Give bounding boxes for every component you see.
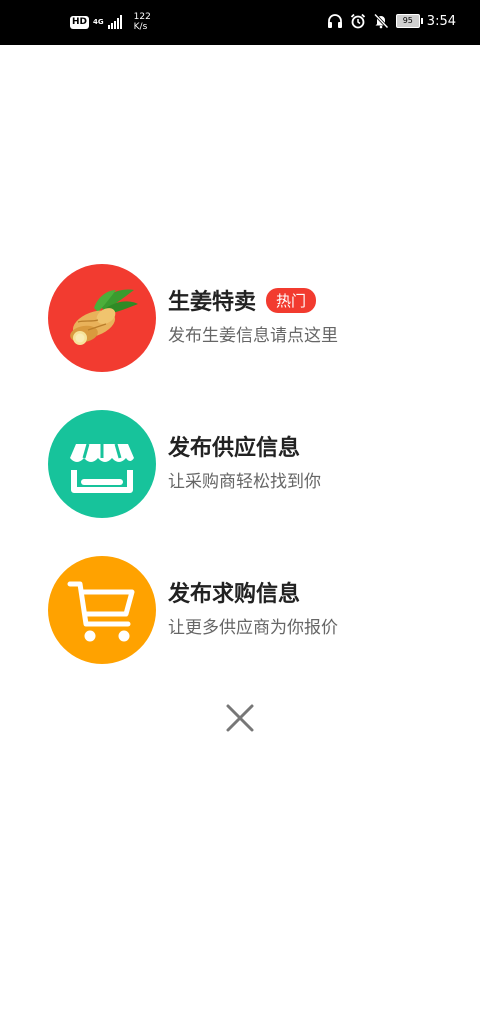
battery-icon: 95 xyxy=(395,14,423,28)
notifications-off-icon xyxy=(373,13,389,29)
alarm-icon xyxy=(350,13,365,29)
close-button[interactable] xyxy=(224,702,256,734)
menu-item-publish-supply[interactable]: 发布供应信息 让采购商轻松找到你 xyxy=(48,410,448,518)
status-bar: HD 4G 122 K/s 95 3:54 xyxy=(0,0,480,45)
storefront-icon-circle xyxy=(48,410,156,518)
ginger-sale-subtitle: 发布生姜信息请点这里 xyxy=(168,326,338,346)
network-speed-unit: K/s xyxy=(133,22,148,32)
menu-item-publish-purchase[interactable]: 发布求购信息 让更多供应商为你报价 xyxy=(48,556,448,664)
ginger-icon-circle xyxy=(48,264,156,372)
status-bar-left: HD 4G 122 K/s xyxy=(70,12,151,32)
status-time: 3:54 xyxy=(426,13,456,29)
publish-purchase-title: 发布求购信息 xyxy=(168,582,301,607)
headphones-icon xyxy=(327,14,342,28)
publish-supply-title: 发布供应信息 xyxy=(168,436,301,461)
ginger-sale-title: 生姜特卖 热门 xyxy=(168,284,317,316)
network-speed-value: 122 xyxy=(133,12,151,22)
menu-item-ginger-sale[interactable]: 生姜特卖 热门 发布生姜信息请点这里 xyxy=(48,264,448,372)
ginger-sale-title-text: 生姜特卖 xyxy=(168,290,257,315)
shopping-cart-icon xyxy=(67,581,135,642)
network-speed: 122 K/s xyxy=(134,12,151,32)
hd-badge: HD xyxy=(70,15,90,29)
close-icon xyxy=(226,704,254,732)
storefront-icon xyxy=(70,443,134,493)
shopping-cart-icon-circle xyxy=(48,556,156,664)
publish-supply-subtitle: 让采购商轻松找到你 xyxy=(168,472,321,492)
hot-badge: 热门 xyxy=(266,288,317,313)
network-type: 4G xyxy=(93,18,104,26)
signal-strength-icon xyxy=(107,15,122,29)
status-bar-right: 95 3:54 xyxy=(327,13,456,29)
ginger-icon xyxy=(70,289,138,345)
publish-purchase-subtitle: 让更多供应商为你报价 xyxy=(168,618,338,638)
